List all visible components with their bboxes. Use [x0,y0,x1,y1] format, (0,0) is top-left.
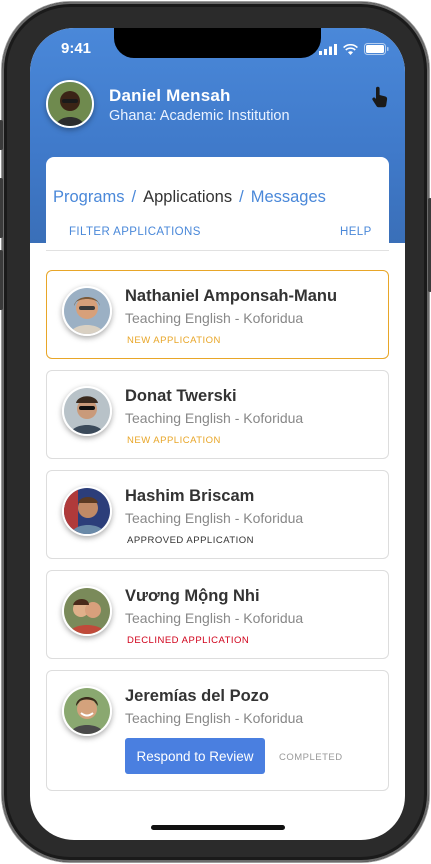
applicant-avatar [62,686,112,736]
tab-separator: / [239,188,244,206]
applicant-name: Vương Mộng Nhi [125,587,260,605]
applicant-program: Teaching English - Koforidua [125,510,304,526]
applicant-program: Teaching English - Koforidua [125,710,304,726]
applicant-name: Jeremías del Pozo [125,687,269,705]
profile-avatar[interactable] [46,80,94,128]
nav-tabs: Programs / Applications / Messages [53,188,326,207]
tab-applications[interactable]: Applications [143,188,232,206]
status-time: 9:41 [61,40,92,57]
respond-to-review-button[interactable]: Respond to Review [125,738,265,774]
applicant-program: Teaching English - Koforidua [125,310,304,326]
nav-card [46,157,389,277]
device-notch [114,28,321,58]
help-link[interactable]: HELP [340,226,372,238]
application-card[interactable]: Jeremías del Pozo Teaching English - Kof… [46,670,389,791]
applicant-program: Teaching English - Koforidua [125,410,304,426]
application-card[interactable]: Nathaniel Amponsah-Manu Teaching English… [46,270,389,359]
app-screen: 9:41 Daniel Mensah Ghana: Academic Insti… [30,28,405,840]
application-card[interactable]: Vương Mộng Nhi Teaching English - Kofori… [46,570,389,659]
phone-frame: 9:41 Daniel Mensah Ghana: Academic Insti… [0,2,431,862]
signal-icon [319,43,337,55]
tab-messages[interactable]: Messages [251,188,326,206]
applicant-program: Teaching English - Koforidua [125,610,304,626]
mute-switch [0,120,3,150]
volume-up-button [0,178,3,238]
filter-applications-link[interactable]: FILTER APPLICATIONS [69,226,201,238]
applicant-avatar [62,586,112,636]
profile-name: Daniel Mensah [109,86,231,105]
home-indicator[interactable] [151,825,285,830]
applicant-avatar [62,486,112,536]
status-badge: APPROVED APPLICATION [127,535,255,546]
status-badge: DECLINED APPLICATION [127,635,250,646]
status-icons [319,43,389,55]
application-card[interactable]: Donat Twerski Teaching English - Koforid… [46,370,389,459]
applicant-name: Nathaniel Amponsah-Manu [125,287,338,305]
tab-programs[interactable]: Programs [53,188,125,206]
status-badge: COMPLETED [279,752,343,763]
nav-divider [46,250,389,251]
applicant-name: Hashim Briscam [125,487,255,505]
hand-pointer-icon[interactable] [370,86,390,108]
application-card[interactable]: Hashim Briscam Teaching English - Kofori… [46,470,389,559]
applicant-avatar [62,286,112,336]
battery-icon [364,43,389,55]
applicant-name: Donat Twerski [125,387,237,405]
volume-down-button [0,250,3,310]
profile-subtitle: Ghana: Academic Institution [109,108,290,124]
applicant-avatar [62,386,112,436]
status-badge: NEW APPLICATION [127,435,221,446]
tab-separator: / [131,188,137,206]
wifi-icon [343,43,358,55]
status-badge: NEW APPLICATION [127,335,221,346]
